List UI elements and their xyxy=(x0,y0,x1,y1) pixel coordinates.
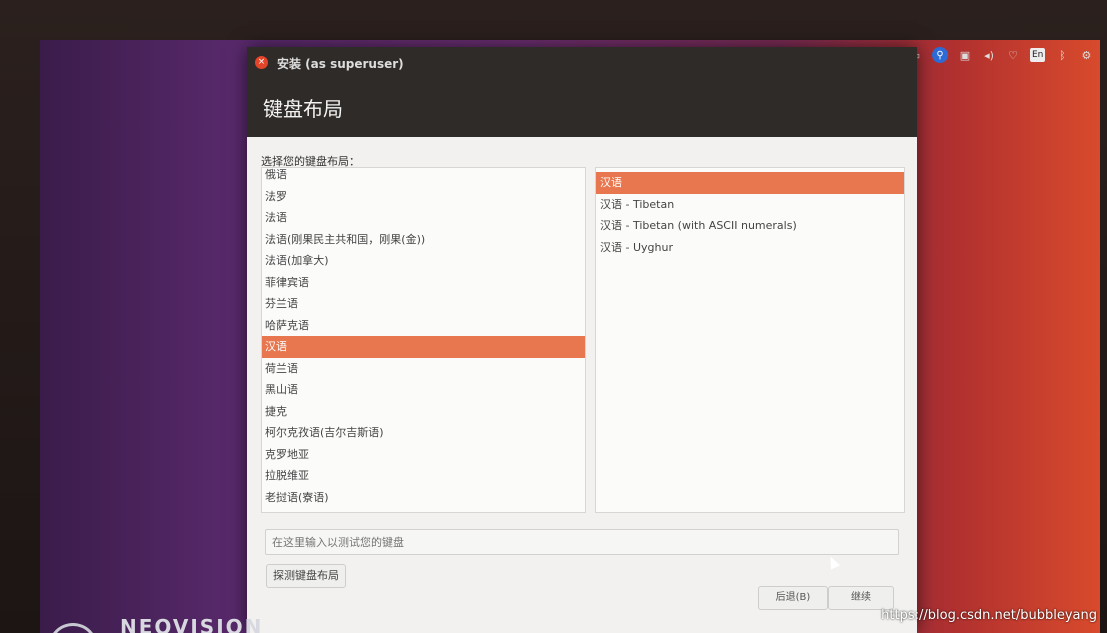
back-button[interactable]: 后退(B) xyxy=(758,586,828,610)
variant-list[interactable]: 汉语 汉语 - Tibetan 汉语 - Tibetan (with ASCII n… xyxy=(595,167,905,513)
accessibility-icon[interactable]: ⚲ xyxy=(932,47,948,63)
battery-icon[interactable]: ▣ xyxy=(958,48,972,62)
layout-list[interactable]: 俄语 法罗 法语 法语(刚果民主共和国，刚果(金)) 法语(加拿大) 菲律宾语 芬兰语 哈萨克… xyxy=(261,167,586,513)
layout-list-item[interactable]: 法罗 xyxy=(262,186,585,208)
layout-list-item[interactable]: 荷兰语 xyxy=(262,358,585,380)
layout-list-item[interactable]: 法语(加拿大) xyxy=(262,250,585,272)
layout-list-item[interactable]: 法语(刚果民主共和国，刚果(金)) xyxy=(262,229,585,251)
variant-list-item[interactable]: 汉语 - Tibetan (with ASCII numerals) xyxy=(596,215,904,237)
gear-icon[interactable]: ⚙ xyxy=(1079,48,1093,62)
watermark: https://blog.csdn.net/bubbleyang xyxy=(881,608,1097,623)
detect-layout-button[interactable]: 探测键盘布局 xyxy=(266,564,346,588)
network-icon[interactable]: ♡ xyxy=(1006,48,1020,62)
variant-list-item[interactable]: 汉语 - Tibetan xyxy=(596,194,904,216)
window-titlebar: × 安装 (as superuser) 键盘布局 xyxy=(247,47,917,137)
layout-list-item[interactable]: 哈萨克语 xyxy=(262,315,585,337)
volume-icon[interactable]: ◂) xyxy=(982,48,996,62)
layout-list-item[interactable]: 法语 xyxy=(262,207,585,229)
bluetooth-icon[interactable]: ᛒ xyxy=(1055,48,1069,62)
layout-list-item[interactable]: 克罗地亚 xyxy=(262,444,585,466)
installer-window: × 安装 (as superuser) 键盘布局 选择您的键盘布局： 俄语 法罗法… xyxy=(247,47,917,633)
layout-list-item[interactable]: 芬兰语 xyxy=(262,293,585,315)
input-method-icon[interactable]: En xyxy=(1030,48,1046,62)
page-title: 键盘布局 xyxy=(263,97,343,121)
continue-button[interactable]: 继续 xyxy=(828,586,894,610)
monitor-brand: NEOVISION xyxy=(120,615,264,633)
window-content: 选择您的键盘布局： 俄语 法罗 法语 法语(刚果民主共和国，刚果(金)) 法语(加拿大)… xyxy=(247,137,917,633)
window-title: 安装 (as superuser) xyxy=(277,57,404,71)
close-icon[interactable]: × xyxy=(255,56,268,69)
layout-list-item[interactable]: 菲律宾语 xyxy=(262,272,585,294)
layout-list-item[interactable]: 黑山语 xyxy=(262,379,585,401)
keyboard-test-input[interactable] xyxy=(265,529,899,555)
layout-list-item[interactable]: 老挝语(寮语) xyxy=(262,487,585,509)
layout-list-item[interactable]: 拉脱维亚 xyxy=(262,465,585,487)
layout-list-item[interactable]: 柯尔克孜语(吉尔吉斯语) xyxy=(262,422,585,444)
layout-list-item[interactable]: 俄语 xyxy=(262,168,585,186)
layout-list-item[interactable]: 立陶宛语 xyxy=(262,508,585,512)
variant-list-item[interactable]: 汉语 xyxy=(596,172,904,194)
layout-list-item[interactable]: 汉语 xyxy=(262,336,585,358)
layout-list-item[interactable]: 捷克 xyxy=(262,401,585,423)
system-tray: ▭ ⚲ ▣ ◂) ♡ En ᛒ ⚙ xyxy=(900,42,1100,68)
variant-list-item[interactable]: 汉语 - Uyghur xyxy=(596,237,904,259)
